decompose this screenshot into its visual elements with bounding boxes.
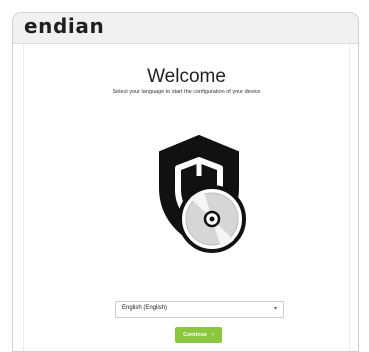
continue-button[interactable]: Continue › <box>175 327 222 343</box>
language-select[interactable]: English (English) ▾ <box>115 301 284 318</box>
page-subtitle: Select your language to start the config… <box>112 89 261 95</box>
chevron-down-icon: ▾ <box>273 306 277 312</box>
app-header: endian <box>13 13 358 44</box>
welcome-panel: Welcome Select your language to start th… <box>23 44 350 351</box>
page-title: Welcome <box>147 66 226 87</box>
setup-window: endian Welcome Select your language to s… <box>12 12 359 352</box>
disc-icon <box>178 185 246 253</box>
endian-logo: endian <box>24 14 105 38</box>
shield-with-disc-icon <box>159 134 246 253</box>
language-select-value: English (English) <box>122 305 168 311</box>
continue-button-label: Continue <box>183 332 207 338</box>
chevron-right-icon: › <box>211 332 214 338</box>
